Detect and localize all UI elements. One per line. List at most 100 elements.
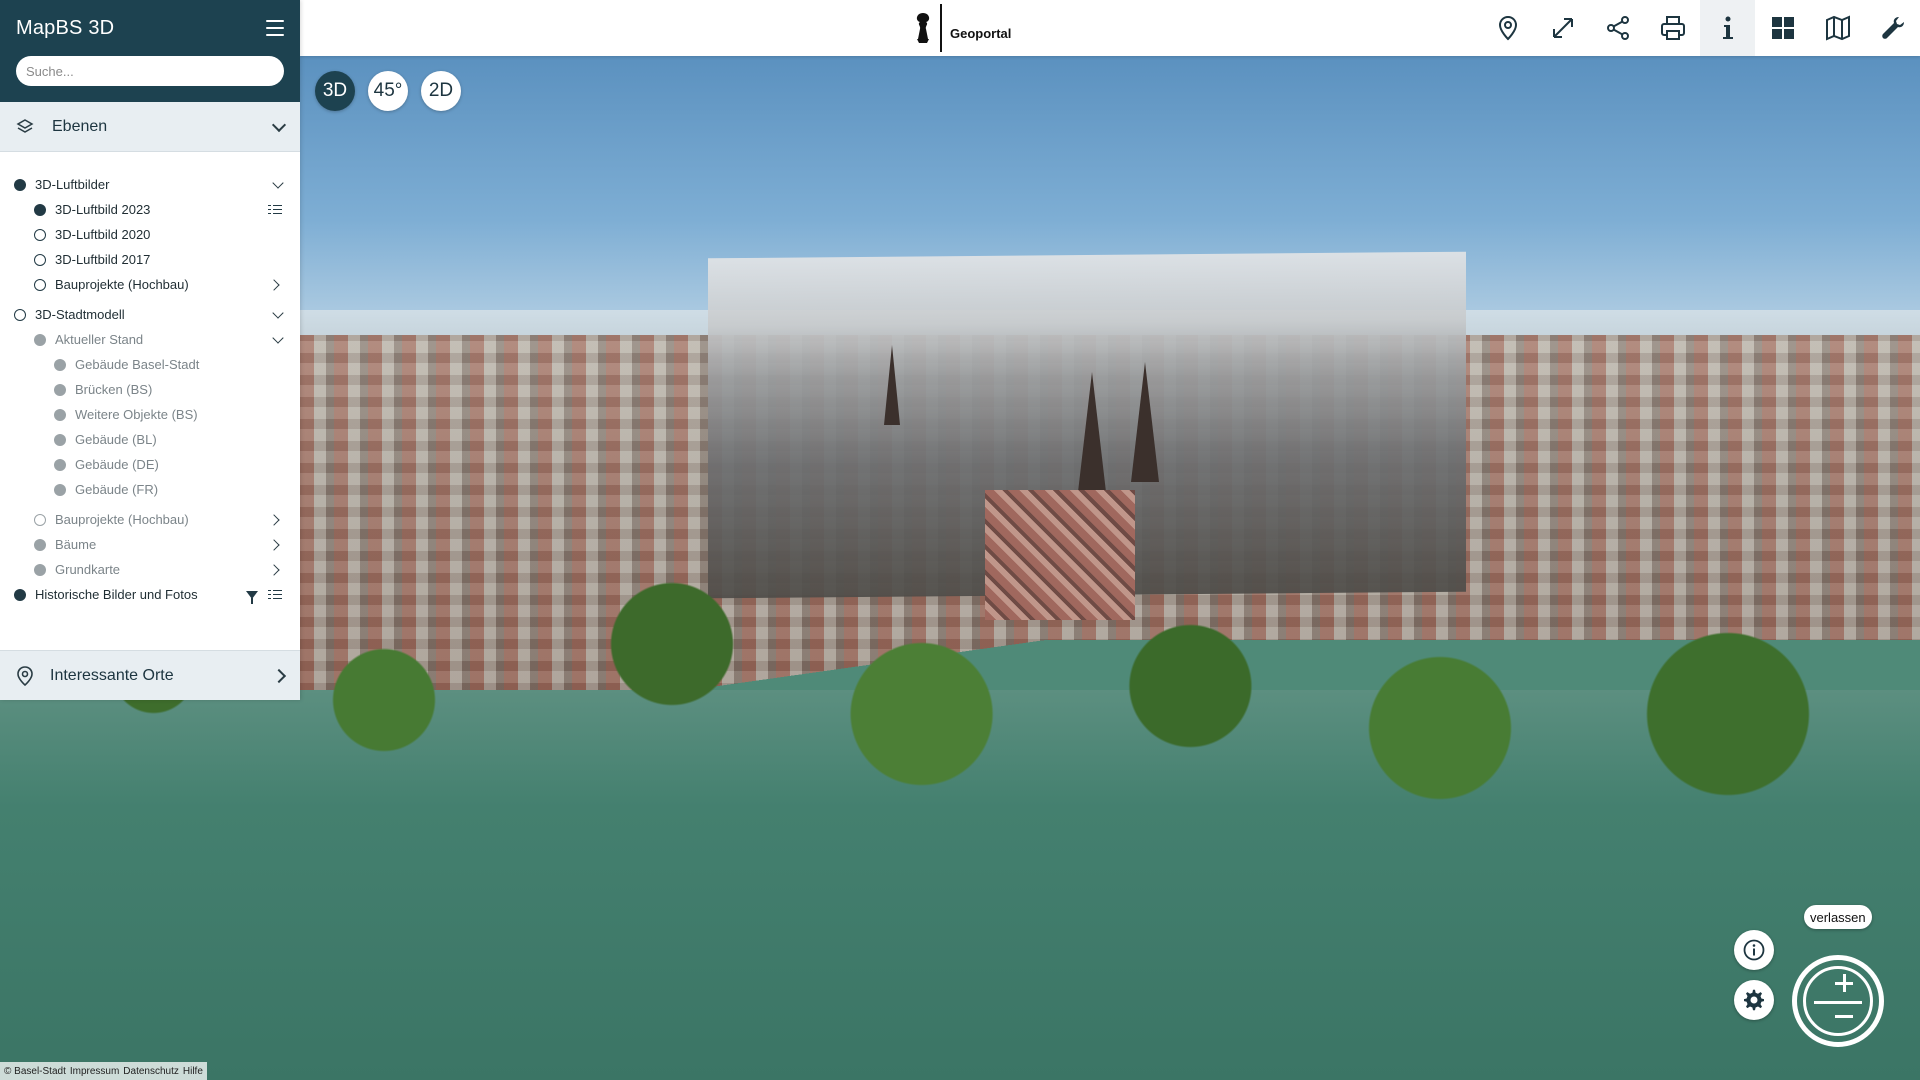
leave-button[interactable]: verlassen	[1804, 905, 1872, 929]
chevron-right-icon[interactable]	[268, 538, 280, 551]
map-button[interactable]	[1810, 0, 1865, 56]
layer-label: Gebäude (FR)	[75, 482, 159, 497]
layer-item[interactable]: Gebäude Basel-Stadt	[14, 352, 286, 377]
layer-label: Grundkarte	[55, 562, 121, 577]
brand-divider	[940, 4, 942, 52]
layer-toggle[interactable]	[34, 278, 46, 291]
layer-label: Bauprojekte (Hochbau)	[55, 512, 189, 527]
gear-icon	[1744, 989, 1764, 1011]
hamburger-menu-icon[interactable]	[266, 20, 284, 36]
layer-toggle[interactable]	[34, 513, 46, 526]
chevron-down-icon[interactable]	[272, 176, 284, 189]
zoom-out-icon[interactable]	[1835, 1015, 1853, 1018]
layer-label: 3D-Luftbilder	[35, 177, 110, 192]
chevron-right-icon[interactable]	[268, 513, 280, 526]
layer-toggle[interactable]	[34, 333, 46, 346]
print-button[interactable]	[1645, 0, 1700, 56]
view-3d-button[interactable]: 3D	[315, 71, 355, 111]
toolbar	[1480, 0, 1920, 56]
fullscreen-button[interactable]	[1535, 0, 1590, 56]
zoom-in-icon[interactable]	[1835, 974, 1853, 992]
datenschutz-link[interactable]: Datenschutz	[123, 1066, 179, 1077]
layer-item[interactable]: Grundkarte	[14, 557, 286, 582]
search-input[interactable]	[16, 56, 284, 86]
basel-crozier-logo	[912, 11, 934, 45]
layer-toggle[interactable]	[34, 228, 46, 241]
tools-button[interactable]	[1865, 0, 1920, 56]
legend-list-icon[interactable]	[268, 204, 282, 216]
layer-group-historisch[interactable]: Historische Bilder und Fotos	[14, 582, 286, 607]
layer-group-stadtmodell[interactable]: 3D-Stadtmodell	[14, 302, 286, 327]
layer-label: 3D-Luftbild 2020	[55, 227, 151, 242]
chevron-down-icon[interactable]	[272, 306, 284, 319]
layer-label: Brücken (BS)	[75, 382, 153, 397]
chevron-right-icon[interactable]	[268, 563, 280, 576]
impressum-link[interactable]: Impressum	[70, 1066, 119, 1077]
view-45-button[interactable]: 45°	[368, 71, 408, 111]
layer-item[interactable]: 3D-Luftbild 2020	[14, 222, 286, 247]
copyright-text: © Basel-Stadt	[4, 1065, 66, 1077]
layer-toggle[interactable]	[34, 538, 46, 551]
chevron-down-icon[interactable]	[272, 331, 284, 344]
info-icon	[1722, 16, 1733, 39]
brand[interactable]: Geoportal	[912, 4, 1011, 52]
location-pin-icon	[17, 665, 33, 686]
layer-item[interactable]: Bäume	[14, 532, 286, 557]
layer-toggle[interactable]	[54, 408, 66, 421]
layer-toggle[interactable]	[34, 203, 46, 216]
chevron-right-icon[interactable]	[268, 278, 280, 291]
share-button[interactable]	[1590, 0, 1645, 56]
layer-item[interactable]: Weitere Objekte (BS)	[14, 402, 286, 427]
layer-subgroup-aktueller-stand[interactable]: Aktueller Stand	[14, 327, 286, 352]
view-2d-button[interactable]: 2D	[421, 71, 461, 111]
layer-item[interactable]: Gebäude (FR)	[14, 477, 286, 502]
layer-toggle[interactable]	[14, 588, 26, 601]
layer-label: Gebäude Basel-Stadt	[75, 357, 200, 372]
layer-label: Bäume	[55, 537, 97, 552]
layer-label: 3D-Stadtmodell	[35, 307, 125, 322]
layers-section-header[interactable]: Ebenen	[0, 102, 300, 152]
layer-item[interactable]: Bauprojekte (Hochbau)	[14, 272, 286, 297]
layer-item[interactable]: 3D-Luftbild 2017	[14, 247, 286, 272]
info-control-button[interactable]	[1734, 930, 1774, 970]
layer-toggle[interactable]	[34, 253, 46, 266]
layer-toggle[interactable]	[54, 383, 66, 396]
location-button[interactable]	[1480, 0, 1535, 56]
info-button[interactable]	[1700, 0, 1755, 56]
layer-toggle[interactable]	[54, 433, 66, 446]
layer-toggle[interactable]	[34, 563, 46, 576]
layer-toggle[interactable]	[54, 358, 66, 371]
poi-section-title: Interessante Orte	[50, 666, 174, 684]
cathedral-spire	[1078, 372, 1106, 492]
layer-label: Weitere Objekte (BS)	[75, 407, 198, 422]
grid-button[interactable]	[1755, 0, 1810, 56]
layer-tree: 3D-Luftbilder 3D-Luftbild 2023 3D-Luftbi…	[0, 152, 300, 607]
layer-toggle[interactable]	[14, 308, 26, 321]
cathedral-spire	[1131, 362, 1159, 482]
zoom-divider	[1814, 1001, 1862, 1004]
layer-toggle[interactable]	[54, 483, 66, 496]
layer-item[interactable]: Brücken (BS)	[14, 377, 286, 402]
wrench-icon	[1881, 17, 1904, 39]
legend-list-icon[interactable]	[268, 589, 282, 601]
hilfe-link[interactable]: Hilfe	[183, 1066, 203, 1077]
zoom-ring	[1803, 966, 1873, 1036]
zoom-control[interactable]	[1792, 955, 1884, 1047]
layer-item[interactable]: Bauprojekte (Hochbau)	[14, 507, 286, 532]
sidebar: MapBS 3D Ebenen 3D-Luftbilder 3D-Luftbil…	[0, 0, 300, 700]
layer-label: 3D-Luftbild 2023	[55, 202, 151, 217]
layer-toggle[interactable]	[14, 178, 26, 191]
print-icon	[1660, 16, 1685, 40]
settings-control-button[interactable]	[1734, 980, 1774, 1020]
layer-item[interactable]: 3D-Luftbild 2023	[14, 197, 286, 222]
poi-section-header[interactable]: Interessante Orte	[0, 650, 300, 700]
layer-toggle[interactable]	[54, 458, 66, 471]
layer-label: Aktueller Stand	[55, 332, 144, 347]
filter-icon[interactable]	[246, 590, 258, 604]
grid-icon	[1771, 17, 1794, 39]
layer-item[interactable]: Gebäude (BL)	[14, 427, 286, 452]
layer-group-luftbilder[interactable]: 3D-Luftbilder	[14, 172, 286, 197]
layer-item[interactable]: Gebäude (DE)	[14, 452, 286, 477]
layer-label: 3D-Luftbild 2017	[55, 252, 151, 267]
layer-label: Historische Bilder und Fotos	[35, 587, 198, 602]
